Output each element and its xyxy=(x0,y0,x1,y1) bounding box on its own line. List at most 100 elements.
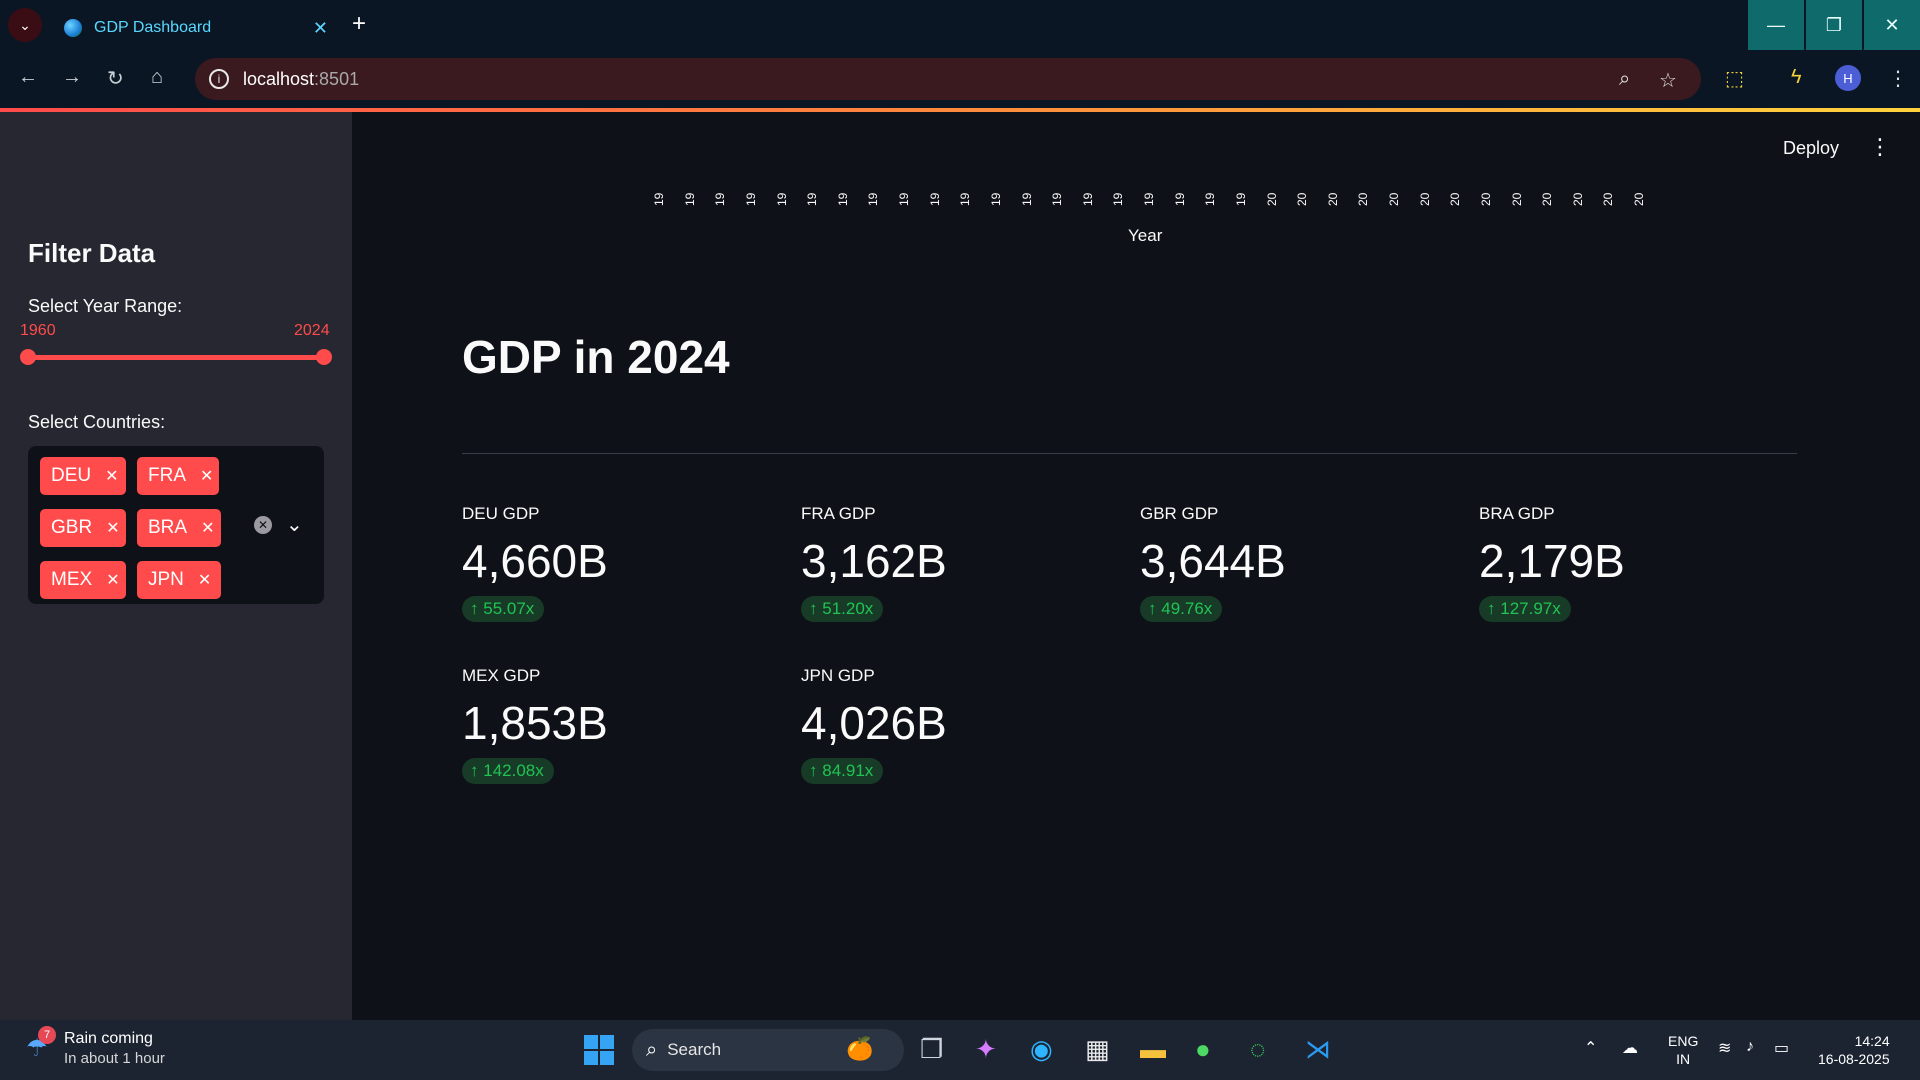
performance-icon[interactable]: ϟ xyxy=(1791,66,1802,89)
task-view-icon[interactable]: ❐ xyxy=(920,1034,943,1065)
arrow-up-icon: ↑ xyxy=(470,761,484,780)
browser-tab-bar: ⌄ GDP Dashboard ✕ + — ❐ ✕ xyxy=(0,0,1920,50)
country-chip[interactable]: MEX ✕ xyxy=(40,561,126,599)
metric-delta-value: 84.91x xyxy=(822,761,874,780)
country-chip[interactable]: JPN ✕ xyxy=(137,561,221,599)
country-chip[interactable]: GBR ✕ xyxy=(40,509,126,547)
minimize-button[interactable]: — xyxy=(1748,0,1804,50)
remove-chip-icon[interactable]: ✕ xyxy=(198,570,211,590)
metric-label: MEX GDP xyxy=(462,666,541,685)
x-axis-tick-label: 20 xyxy=(1632,192,1646,206)
countries-multiselect[interactable]: DEU ✕ FRA ✕ GBR ✕ BRA ✕ MEX ✕ JPN ✕ ✕ ⌄ xyxy=(28,446,324,604)
tray-chevron-up-icon[interactable]: ⌃ xyxy=(1584,1038,1597,1058)
new-tab-button[interactable]: + xyxy=(352,10,366,38)
zoom-icon[interactable]: ⌕ xyxy=(1619,68,1630,91)
chevron-down-icon[interactable]: ⌄ xyxy=(286,512,303,537)
chip-label: MEX xyxy=(51,569,93,590)
x-axis-tick-label: 20 xyxy=(1356,192,1371,206)
x-axis-tick-label: 19 xyxy=(988,192,1003,206)
windows-start-icon[interactable] xyxy=(584,1035,614,1065)
x-axis-tick-label: 19 xyxy=(1233,192,1248,206)
x-axis-tick-label: 19 xyxy=(743,192,758,206)
x-axis-tick-label: 19 xyxy=(1050,192,1065,206)
chip-label: GBR xyxy=(51,517,93,538)
x-axis-tick-label: 19 xyxy=(713,192,728,206)
file-explorer-icon[interactable]: ▬ xyxy=(1140,1034,1166,1065)
onedrive-icon[interactable]: ☁ xyxy=(1622,1038,1638,1058)
edge-icon[interactable]: ◉ xyxy=(1030,1034,1053,1065)
home-icon[interactable]: ⌂ xyxy=(151,66,163,89)
metric-label: JPN GDP xyxy=(801,666,875,685)
tab-title: GDP Dashboard xyxy=(94,19,212,36)
remove-chip-icon[interactable]: ✕ xyxy=(200,466,213,486)
battery-icon[interactable]: ▭ xyxy=(1774,1038,1789,1058)
circle-app-icon[interactable]: ◌ xyxy=(1250,1034,1265,1065)
x-axis-tick-label: 19 xyxy=(897,192,911,206)
store-icon[interactable]: ▦ xyxy=(1085,1034,1110,1065)
forward-icon[interactable]: → xyxy=(62,66,82,89)
close-window-button[interactable]: ✕ xyxy=(1864,0,1920,50)
remove-chip-icon[interactable]: ✕ xyxy=(106,518,119,538)
year-range-max-handle[interactable] xyxy=(316,349,332,365)
x-axis-tick-label: 19 xyxy=(805,192,820,206)
x-axis-tick-label: 20 xyxy=(1264,192,1279,206)
main-menu-icon[interactable]: ⋮ xyxy=(1869,134,1891,160)
x-axis-tick-label: 19 xyxy=(1142,192,1156,206)
metric-card: DEU GDP 4,660B ↑ 55.07x xyxy=(462,504,762,622)
restore-button[interactable]: ❐ xyxy=(1806,0,1862,50)
remove-chip-icon[interactable]: ✕ xyxy=(105,466,118,486)
metric-card: JPN GDP 4,026B ↑ 84.91x xyxy=(801,666,1101,784)
remove-chip-icon[interactable]: ✕ xyxy=(201,518,214,538)
deploy-button[interactable]: Deploy xyxy=(1783,138,1839,159)
x-axis-tick-label: 19 xyxy=(774,192,789,206)
language-indicator[interactable]: ENG IN xyxy=(1668,1032,1698,1068)
year-range-label: Select Year Range: xyxy=(28,296,183,316)
extensions-icon[interactable]: ⬚ xyxy=(1725,66,1744,91)
metric-card: GBR GDP 3,644B ↑ 49.76x xyxy=(1140,504,1440,622)
profile-avatar[interactable]: H xyxy=(1835,65,1861,91)
metric-value: 4,660B xyxy=(462,535,608,587)
x-axis-tick-label: 19 xyxy=(1080,192,1095,206)
site-info-icon[interactable]: i xyxy=(209,69,229,89)
x-axis-tick-label: 19 xyxy=(1203,192,1218,206)
close-tab-icon[interactable]: ✕ xyxy=(313,18,328,39)
bookmark-star-icon[interactable]: ☆ xyxy=(1659,68,1677,93)
chrome-icon[interactable]: ● xyxy=(1195,1034,1211,1065)
metric-delta-value: 127.97x xyxy=(1500,599,1561,618)
volume-icon[interactable]: ♪ xyxy=(1746,1038,1754,1056)
x-axis-tick-label: 19 xyxy=(682,192,697,206)
x-axis-tick-label: 20 xyxy=(1509,192,1524,206)
browser-toolbar: ← → ↻ ⌂ i localhost:8501 ⌕ ☆ ⬚ ϟ H ⋮ xyxy=(0,50,1920,110)
back-icon[interactable]: ← xyxy=(18,66,38,89)
clear-all-icon[interactable]: ✕ xyxy=(254,516,272,534)
arrow-up-icon: ↑ xyxy=(809,599,823,618)
arrow-up-icon: ↑ xyxy=(809,761,823,780)
x-axis-tick-label: 19 xyxy=(835,192,850,206)
clock[interactable]: 14:24 16-08-2025 xyxy=(1818,1032,1890,1068)
tab-gdp-dashboard[interactable]: GDP Dashboard ✕ xyxy=(50,6,340,50)
vscode-icon[interactable]: ⋊ xyxy=(1305,1034,1331,1065)
copilot-icon[interactable]: ✦ xyxy=(975,1034,997,1065)
country-chip[interactable]: FRA ✕ xyxy=(137,457,219,495)
address-bar[interactable]: i localhost:8501 ⌕ ☆ xyxy=(195,58,1701,100)
country-chip[interactable]: BRA ✕ xyxy=(137,509,221,547)
arrow-up-icon: ↑ xyxy=(470,599,484,618)
arrow-up-icon: ↑ xyxy=(1148,599,1162,618)
tab-search-icon[interactable]: ⌄ xyxy=(8,8,42,42)
metric-label: GBR GDP xyxy=(1140,504,1219,523)
clock-time: 14:24 xyxy=(1854,1033,1890,1049)
year-range-track[interactable] xyxy=(28,355,324,360)
taskbar-search[interactable]: ⌕ Search 🍊 xyxy=(632,1029,904,1071)
weather-title[interactable]: Rain coming xyxy=(64,1030,153,1048)
x-axis-tick-label: 20 xyxy=(1478,192,1493,206)
wifi-icon[interactable]: ≋ xyxy=(1718,1038,1731,1058)
year-range-min-handle[interactable] xyxy=(20,349,36,365)
lang-code: ENG xyxy=(1668,1033,1699,1049)
browser-menu-icon[interactable]: ⋮ xyxy=(1888,66,1908,91)
chip-label: FRA xyxy=(148,465,186,486)
remove-chip-icon[interactable]: ✕ xyxy=(106,570,119,590)
country-chip[interactable]: DEU ✕ xyxy=(40,457,126,495)
taskbar-search-label: Search xyxy=(667,1040,722,1059)
lang-region: IN xyxy=(1676,1051,1691,1067)
reload-icon[interactable]: ↻ xyxy=(107,66,124,91)
